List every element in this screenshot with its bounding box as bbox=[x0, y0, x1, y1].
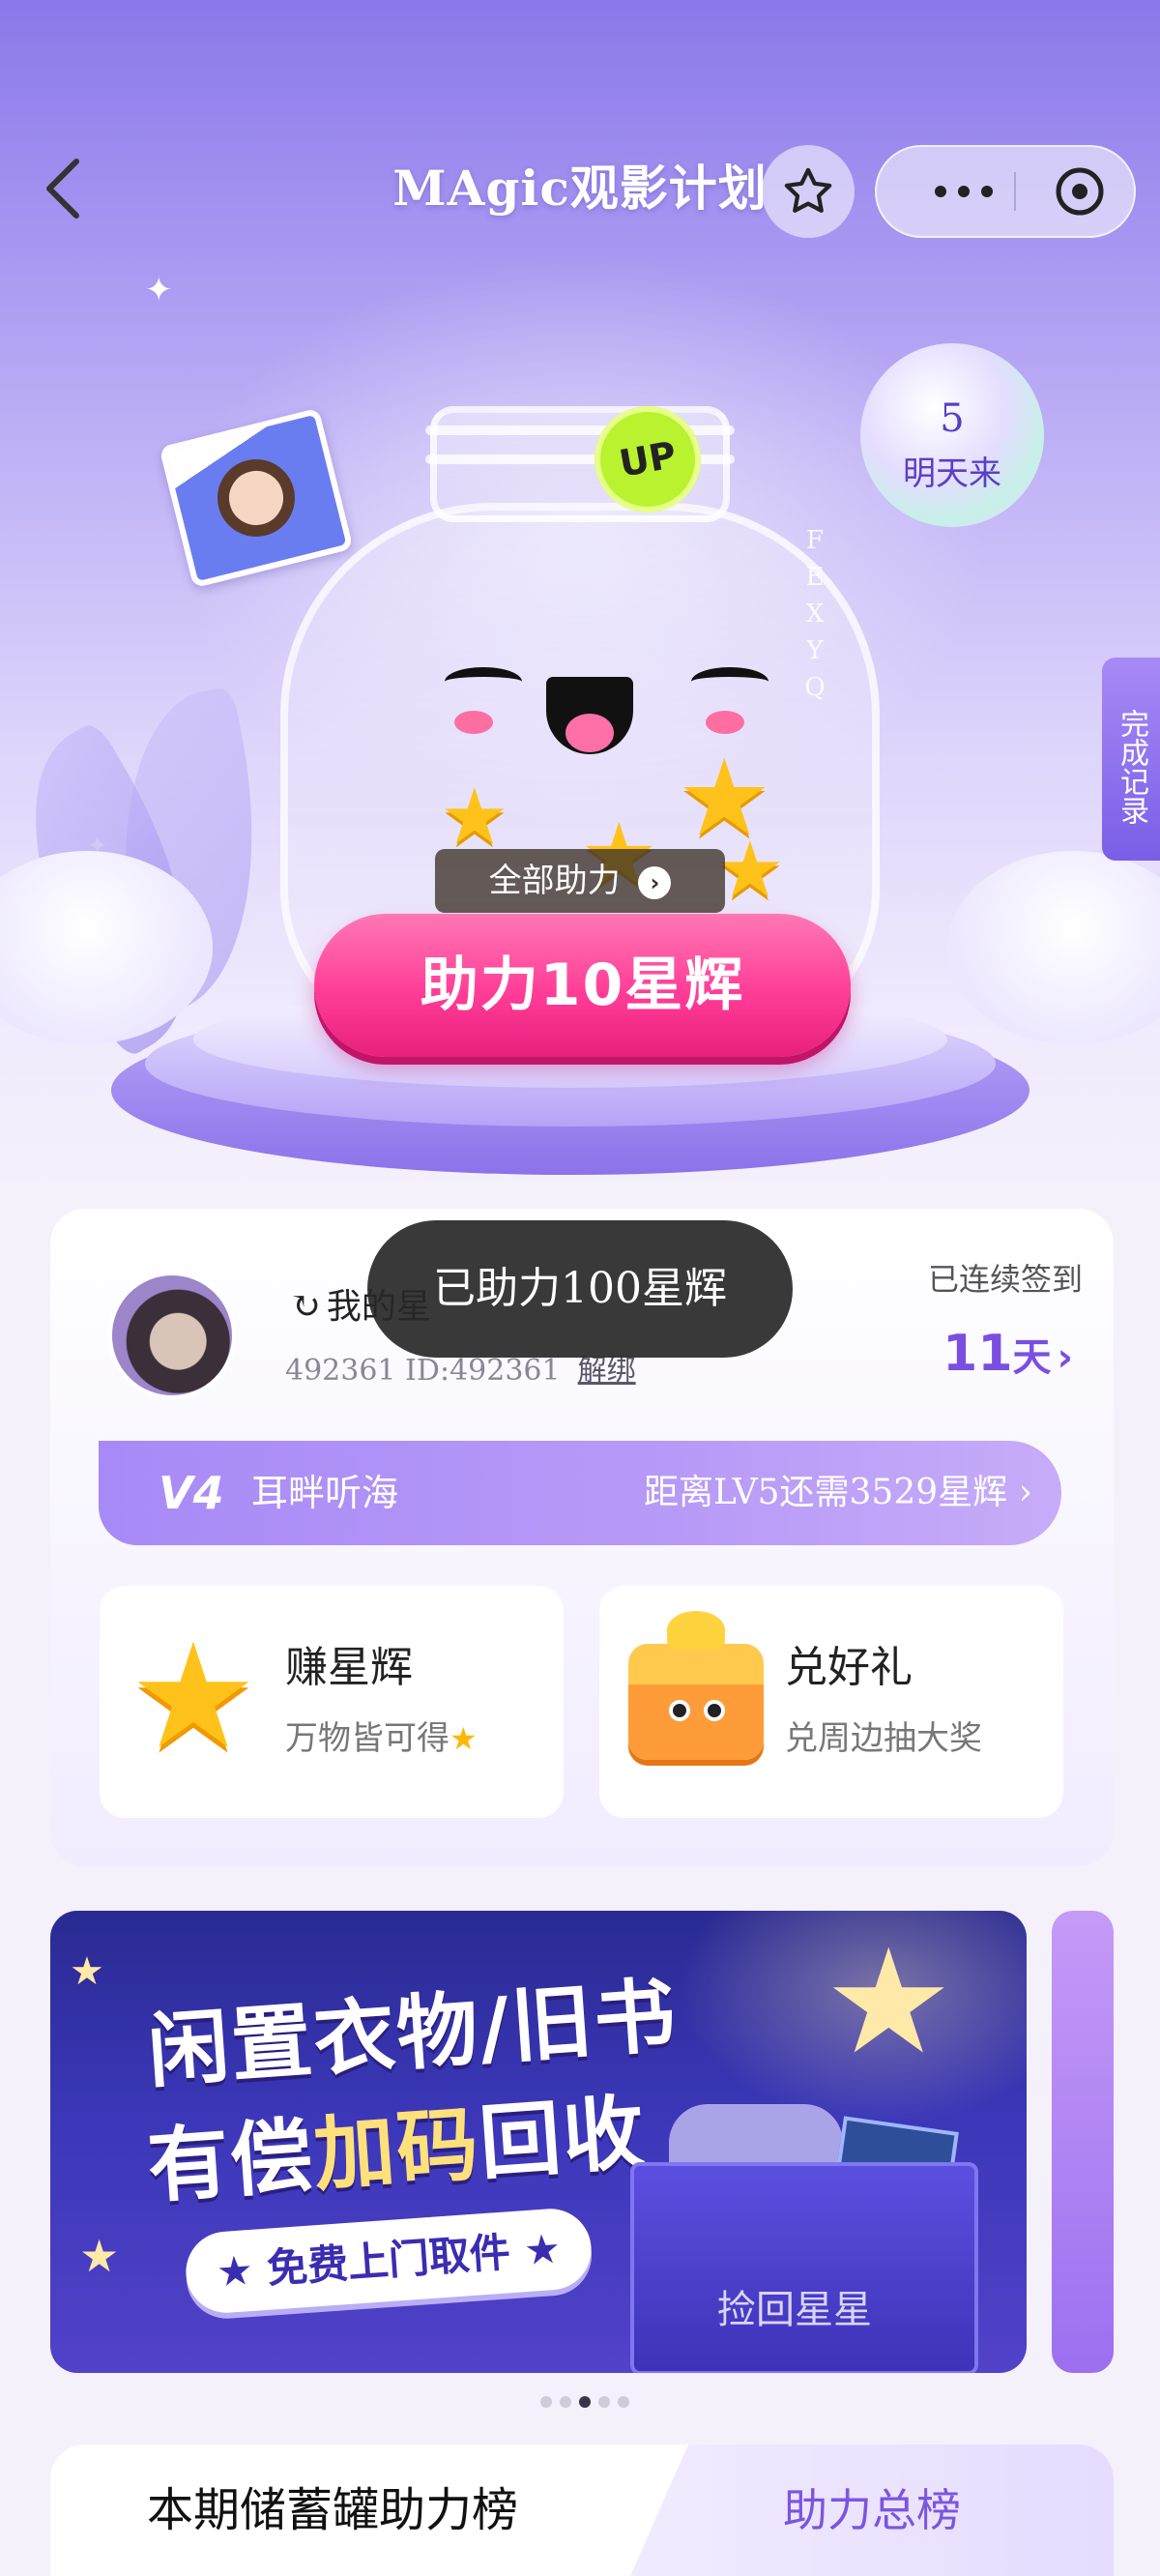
next-banner-peek[interactable] bbox=[1052, 1911, 1114, 2373]
star-mascot-icon: ★ bbox=[128, 1613, 259, 1781]
redeem-gifts-tile[interactable]: 兑好礼 兑周边抽大奖 bbox=[599, 1586, 1063, 1818]
recycle-banner[interactable]: ★ ★ ★ 闲置衣物/旧书 有偿加码回收 ★ 免费上门取件 ★ 捡回星星 bbox=[50, 1911, 1027, 2373]
user-id: 492361 ID:492361 bbox=[285, 1354, 561, 1388]
level-bar[interactable]: V4 耳畔听海 距离LV5还需3529星辉 › bbox=[99, 1441, 1061, 1545]
tomorrow-orb[interactable]: 5 明天来 bbox=[860, 343, 1044, 527]
help-10-stars-button[interactable]: 助力10星辉 bbox=[314, 914, 851, 1057]
nav-bar: MAgic观影计划 bbox=[0, 126, 1160, 261]
all-help-button[interactable]: 全部助力 › bbox=[435, 849, 725, 913]
tab-total-ranking[interactable]: 助力总榜 bbox=[630, 2444, 1114, 2576]
carousel-dots bbox=[536, 2396, 633, 2412]
star-icon: ★ bbox=[79, 2230, 120, 2282]
redeem-title: 兑好礼 bbox=[785, 1643, 913, 1692]
watermark-letters: F E X Y Q bbox=[804, 526, 826, 702]
jar-blush bbox=[454, 711, 493, 734]
star-icon: ★ bbox=[450, 1720, 478, 1757]
close-circle-icon bbox=[1056, 167, 1104, 216]
cloud-decoration bbox=[947, 851, 1160, 1044]
star-icon: ★ bbox=[70, 1949, 104, 1994]
more-dots-icon bbox=[935, 186, 993, 197]
star-icon: ★ bbox=[824, 1918, 954, 2087]
earn-title: 赚星辉 bbox=[285, 1643, 413, 1692]
star-outline-icon bbox=[784, 167, 832, 213]
gift-mascot-icon bbox=[628, 1611, 764, 1760]
back-button[interactable] bbox=[29, 155, 97, 222]
mini-program-capsule bbox=[875, 145, 1136, 238]
hero-section: ✦ ✦ UP ★ ★ ★ ★ 全部助力 › 助力10星辉 5 明天来 F E X… bbox=[0, 0, 1160, 1189]
star-icon: ★ bbox=[440, 772, 509, 862]
redeem-subtitle: 兑周边抽大奖 bbox=[785, 1719, 982, 1758]
level-next-text: 距离LV5还需3529星辉 › bbox=[643, 1473, 1032, 1512]
tab-current-ranking[interactable]: 本期储蓄罐助力榜 bbox=[50, 2444, 650, 2576]
carousel-dot[interactable] bbox=[618, 2396, 629, 2408]
complete-records-tab[interactable]: 完成记录 bbox=[1102, 658, 1160, 861]
avatar[interactable] bbox=[108, 1272, 236, 1399]
carousel-dot[interactable] bbox=[560, 2396, 571, 2408]
close-button[interactable] bbox=[1031, 147, 1128, 236]
orb-number: 5 bbox=[940, 396, 965, 441]
streak-value[interactable]: 11天 › bbox=[851, 1325, 1073, 1383]
chevron-left-icon bbox=[46, 159, 79, 219]
star-icon: ★ bbox=[715, 825, 785, 915]
streak-unit: 天 bbox=[1012, 1335, 1052, 1380]
streak-label: 已连续签到 bbox=[927, 1261, 1083, 1298]
free-pickup-pill: ★ 免费上门取件 ★ bbox=[183, 2206, 594, 2316]
orb-label: 明天来 bbox=[903, 454, 1001, 493]
ranking-tabs: 本期储蓄罐助力榜 助力总榜 bbox=[50, 2444, 1114, 2576]
carousel-dot[interactable] bbox=[579, 2396, 591, 2408]
capsule-divider bbox=[1014, 172, 1016, 211]
unbind-link[interactable]: 解绑 bbox=[578, 1354, 636, 1388]
earn-stars-tile[interactable]: ★ 赚星辉 万物皆可得★ bbox=[100, 1586, 564, 1818]
refresh-icon[interactable]: ↻ bbox=[290, 1284, 321, 1327]
streak-days: 11 bbox=[942, 1325, 1013, 1383]
level-badge: V4 bbox=[159, 1467, 224, 1519]
carousel-dot[interactable] bbox=[540, 2396, 552, 2408]
chevron-right-icon: › bbox=[638, 865, 672, 899]
level-name: 耳畔听海 bbox=[251, 1472, 399, 1514]
toast-message: 已助力100星辉 bbox=[367, 1220, 793, 1358]
box-illustration bbox=[630, 2162, 978, 2373]
sparkle-icon: ✦ bbox=[145, 271, 173, 309]
all-help-label: 全部助力 bbox=[488, 862, 621, 900]
idol-sticker bbox=[159, 407, 354, 589]
box-text: 捡回星星 bbox=[717, 2288, 872, 2332]
chevron-right-icon: › bbox=[1057, 1335, 1073, 1380]
more-button[interactable] bbox=[915, 147, 1012, 236]
jar-blush bbox=[706, 711, 744, 734]
favorite-button[interactable] bbox=[762, 145, 855, 238]
chevron-right-icon: › bbox=[1018, 1473, 1032, 1512]
page-title: MAgic观影计划 bbox=[392, 160, 768, 217]
jar-eye-left bbox=[445, 667, 522, 696]
earn-subtitle: 万物皆可得★ bbox=[285, 1719, 478, 1758]
carousel-dot[interactable] bbox=[598, 2396, 610, 2408]
jar-eye-right bbox=[691, 667, 768, 696]
